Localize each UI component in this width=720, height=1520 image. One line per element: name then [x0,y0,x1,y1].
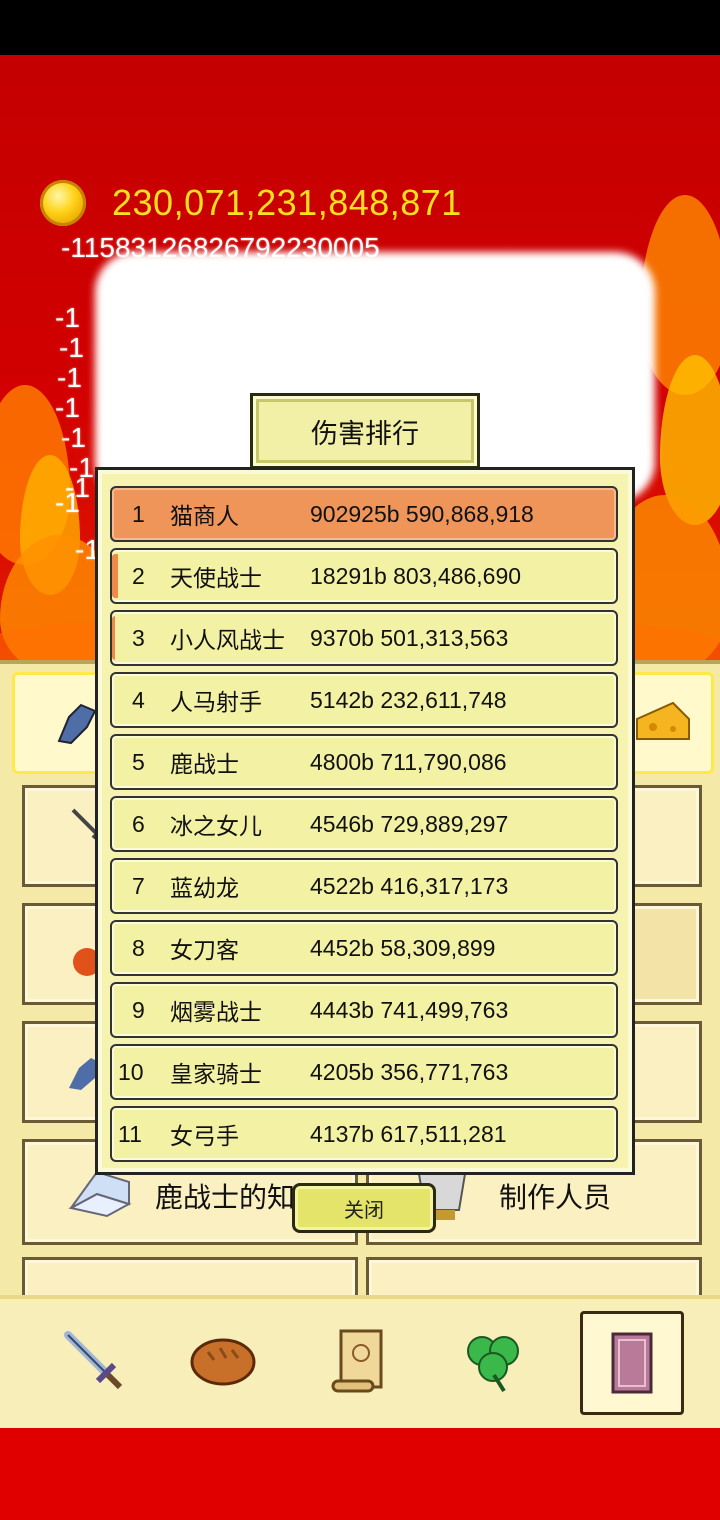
hero-name: 猫商人 [170,504,239,530]
damage-value: 4205b 356,771,763 [310,1058,509,1085]
rank-number: 8 [132,934,145,961]
ranking-row[interactable]: 3 小人风战士 9370b 501,313,563 [110,610,618,666]
credits-card-label: 制作人员 [499,1181,612,1214]
hero-name: 人马射手 [170,690,262,716]
hero-name: 鹿战士 [170,752,239,778]
bread-icon [190,1338,256,1386]
damage-value: 4443b 741,499,763 [310,996,509,1023]
rank-number: 7 [132,872,145,899]
hero-name: 皇家骑士 [170,1062,262,1088]
damage-popup: -1 [59,332,84,363]
rank-number: 4 [132,686,145,713]
nav-sword[interactable] [44,1311,142,1409]
currency-amount: 230,071,231,848,871 [112,182,462,223]
ranking-row[interactable]: 11 女弓手 4137b 617,511,281 [110,1106,618,1162]
hero-name: 天使战士 [170,566,262,592]
hero-name: 蓝幼龙 [170,876,239,902]
ranking-row[interactable]: 1 猫商人 902925b 590,868,918 [110,486,618,542]
ranking-row[interactable]: 6 冰之女儿 4546b 729,889,297 [110,796,618,852]
bottom-margin [0,1428,720,1520]
damage-popup: -1 [61,422,86,453]
nav-bread[interactable] [174,1311,272,1409]
bottom-nav [0,1295,720,1433]
damage-popup: -1 [55,487,80,518]
damage-popup: -1 [57,362,82,393]
hero-name: 小人风战士 [170,628,285,654]
hero-name: 女刀客 [170,938,239,964]
gold-coin-icon [40,180,86,226]
damage-value: 4137b 617,511,281 [310,1120,507,1147]
hero-name: 烟雾战士 [170,1000,262,1026]
damage-popup: -1 [55,392,80,423]
rank-number: 5 [132,748,145,775]
row-accent [112,554,118,598]
rank-number: 1 [132,500,145,527]
close-button[interactable]: 关闭 [292,1183,436,1233]
currency-display: 230,071,231,848,871 [40,178,462,228]
ranking-row[interactable]: 10 皇家骑士 4205b 356,771,763 [110,1044,618,1100]
damage-popup: -1 [55,302,80,333]
damage-value: 4452b 58,309,899 [310,934,496,961]
nav-clover[interactable] [444,1311,542,1409]
ranking-list[interactable]: 1 猫商人 902925b 590,868,918 2 天使战士 18291b … [110,486,618,1166]
rank-number: 3 [132,624,145,651]
damage-value: 18291b 803,486,690 [310,562,522,589]
rank-number: 6 [132,810,145,837]
damage-value: 902925b 590,868,918 [310,500,534,527]
ranking-row[interactable]: 9 烟雾战士 4443b 741,499,763 [110,982,618,1038]
hero-name: 女弓手 [170,1124,239,1150]
hero-name: 冰之女儿 [170,814,262,840]
damage-value: 5142b 232,611,748 [310,686,507,713]
damage-value: 4522b 416,317,173 [310,872,509,899]
ranking-row[interactable]: 7 蓝幼龙 4522b 416,317,173 [110,858,618,914]
damage-value: 4546b 729,889,297 [310,810,509,837]
ranking-row[interactable]: 5 鹿战士 4800b 711,790,086 [110,734,618,790]
book-icon [611,1332,653,1394]
row-accent [112,616,115,660]
damage-popup: -11583126826792230005 [61,232,380,263]
rank-number: 11 [118,1120,142,1147]
ranking-title: 伤害排行 [250,393,480,469]
ranking-row[interactable]: 4 人马射手 5142b 232,611,748 [110,672,618,728]
sword-icon [64,1331,123,1390]
ranking-row[interactable]: 2 天使战士 18291b 803,486,690 [110,548,618,604]
cheese-icon [636,701,690,740]
damage-value: 9370b 501,313,563 [310,624,509,651]
rank-number: 10 [118,1058,144,1085]
nav-book[interactable] [580,1311,684,1415]
rank-number: 9 [132,996,145,1023]
scroll-icon [331,1329,383,1393]
damage-value: 4800b 711,790,086 [310,748,507,775]
nav-scroll[interactable] [310,1311,408,1409]
clover-icon [467,1336,519,1393]
ranking-panel: 1 猫商人 902925b 590,868,918 2 天使战士 18291b … [95,467,635,1175]
status-bar [0,0,720,55]
rank-number: 2 [132,562,145,589]
ranking-row[interactable]: 8 女刀客 4452b 58,309,899 [110,920,618,976]
